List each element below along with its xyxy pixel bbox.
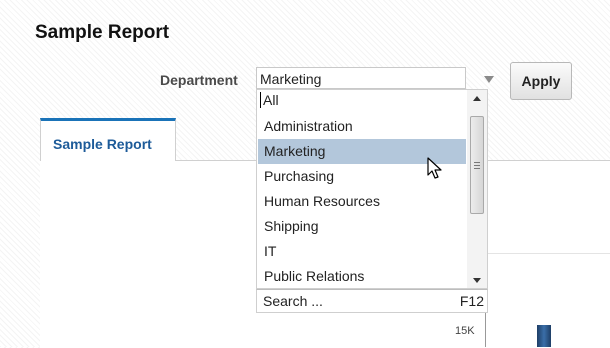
- dropdown-search-label: Search ...: [263, 293, 323, 309]
- chart-y-axis: [485, 313, 486, 347]
- tab-sample-report-label: Sample Report: [53, 136, 152, 152]
- text-caret: [260, 92, 261, 108]
- department-select-value: Marketing: [260, 71, 322, 87]
- chart-bar: [537, 325, 551, 347]
- scrollbar-grip-line: [474, 165, 480, 166]
- report-title: Sample Report: [35, 22, 170, 43]
- mouse-pointer-icon: [427, 157, 442, 179]
- scroll-up-arrow-icon[interactable]: [473, 96, 481, 101]
- dropdown-option-administration[interactable]: Administration: [258, 114, 466, 139]
- apply-button[interactable]: Apply: [510, 62, 572, 100]
- dropdown-filter-text[interactable]: All: [263, 92, 279, 108]
- scrollbar-grip-line: [474, 162, 480, 163]
- scrollbar-thumb[interactable]: [470, 116, 484, 214]
- dropdown-option-it[interactable]: IT: [258, 239, 466, 264]
- scroll-down-arrow-icon[interactable]: [473, 278, 481, 283]
- dropdown-option-human-resources[interactable]: Human Resources: [258, 189, 466, 214]
- scrollbar-grip-line: [474, 168, 480, 169]
- department-select[interactable]: Marketing: [256, 67, 466, 89]
- chart-y-tick-label: 15K: [455, 325, 475, 337]
- tab-sample-report[interactable]: Sample Report: [40, 118, 176, 161]
- chevron-down-icon[interactable]: [484, 76, 494, 83]
- gridline: [486, 253, 610, 254]
- dropdown-search-row[interactable]: Search ... F12: [256, 289, 488, 313]
- dropdown-option-public-relations[interactable]: Public Relations: [258, 264, 466, 289]
- department-dropdown-list: All Administration Marketing Purchasing …: [256, 89, 488, 289]
- dropdown-search-shortcut: F12: [459, 293, 484, 309]
- dropdown-option-shipping[interactable]: Shipping: [258, 214, 466, 239]
- dropdown-scrollbar[interactable]: [467, 90, 487, 288]
- department-label: Department: [160, 72, 238, 88]
